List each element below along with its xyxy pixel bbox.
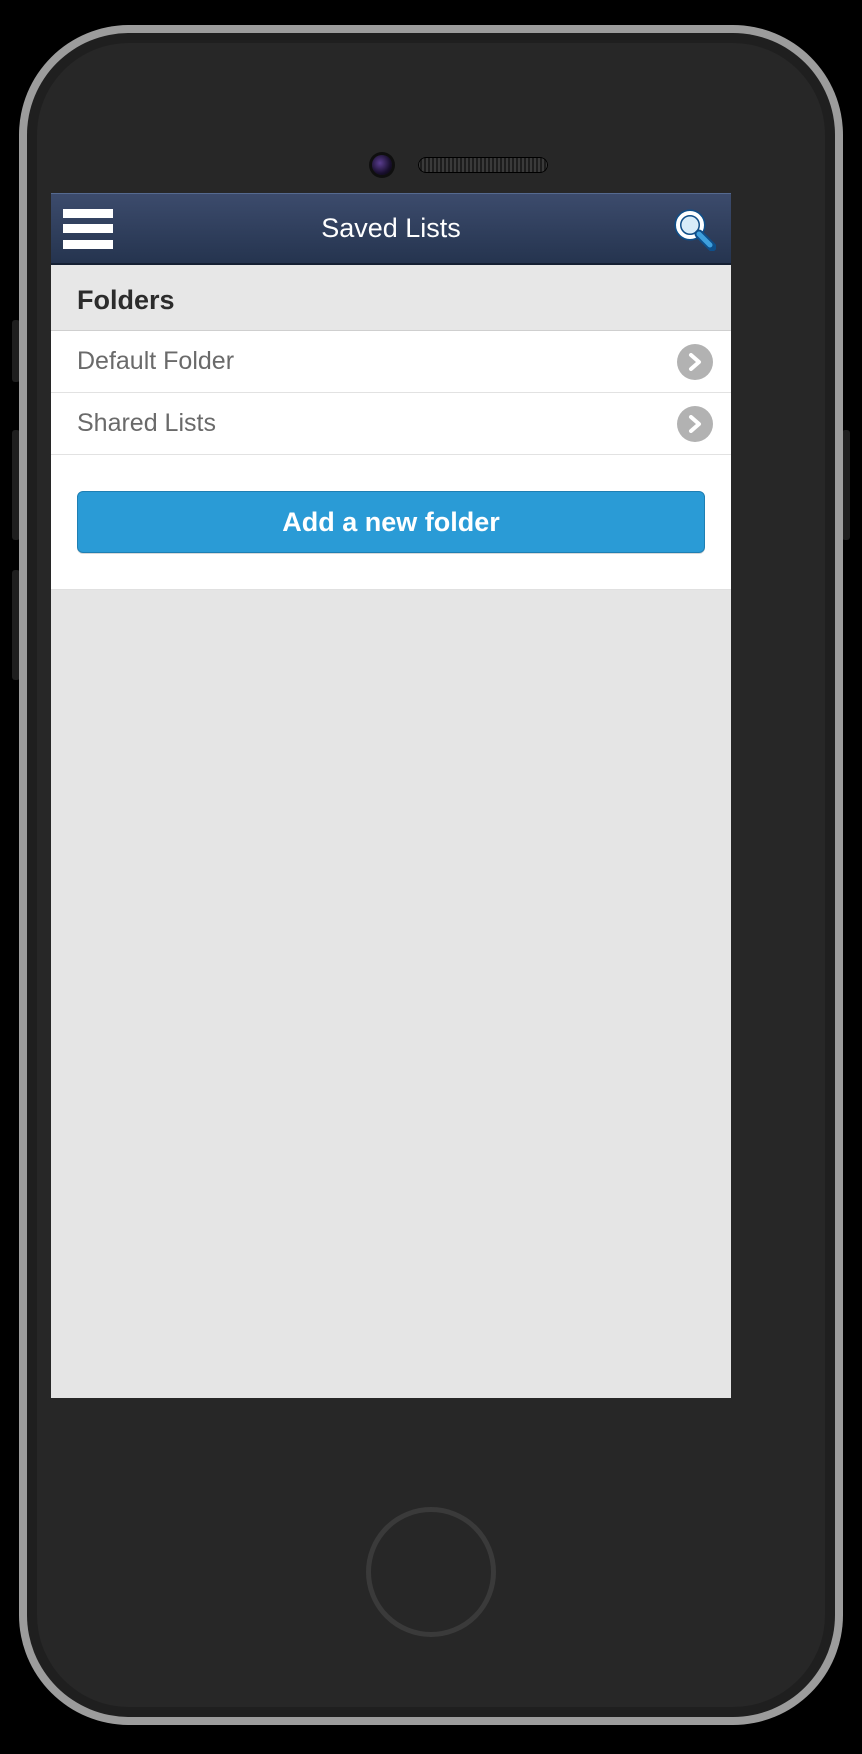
folder-label: Shared Lists: [77, 409, 677, 438]
action-area: Add a new folder: [51, 455, 731, 590]
chevron-right-icon: [677, 406, 713, 442]
phone-home-button[interactable]: [366, 1507, 496, 1637]
folder-label: Default Folder: [77, 347, 677, 376]
page-title: Saved Lists: [51, 213, 731, 244]
search-icon: [672, 207, 716, 251]
hamburger-icon: [63, 240, 113, 249]
chevron-right-icon: [677, 344, 713, 380]
phone-camera: [372, 155, 392, 175]
app-header: Saved Lists: [51, 193, 731, 265]
folder-row-shared[interactable]: Shared Lists: [51, 393, 731, 455]
section-heading-folders: Folders: [51, 265, 731, 331]
menu-button[interactable]: [63, 209, 113, 249]
app-screen: Saved Lists Folders Default Folder Share…: [51, 193, 731, 1398]
search-button[interactable]: [669, 204, 719, 254]
add-folder-button[interactable]: Add a new folder: [77, 491, 705, 553]
hamburger-icon: [63, 224, 113, 233]
folder-row-default[interactable]: Default Folder: [51, 331, 731, 393]
phone-speaker: [418, 157, 548, 173]
hamburger-icon: [63, 209, 113, 218]
phone-power-button: [842, 430, 850, 540]
